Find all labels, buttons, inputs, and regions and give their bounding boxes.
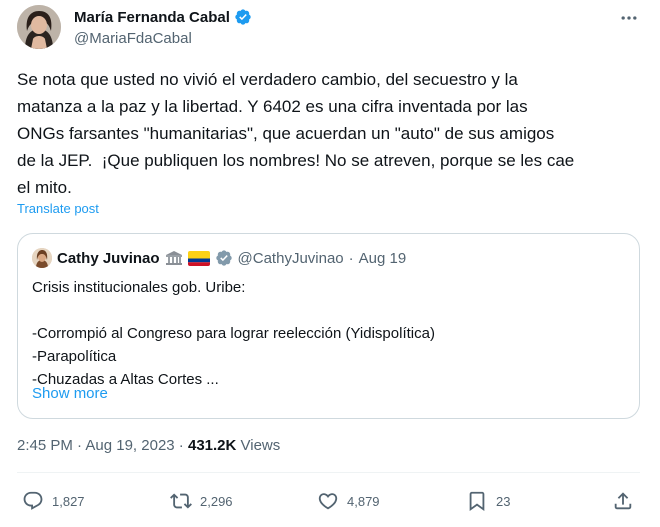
quoted-post[interactable]: Cathy Juvinao @CathyJuvinao · Aug 19 Cri… (17, 233, 640, 419)
heart-icon (318, 493, 338, 510)
post-time[interactable]: 2:45 PM (17, 437, 73, 454)
translate-post-link[interactable]: Translate post (17, 201, 99, 216)
post-meta: 2:45 PM · Aug 19, 2023 · 431.2K Views (17, 437, 280, 454)
quoted-separator: · (348, 249, 354, 267)
divider (17, 472, 640, 473)
like-button[interactable]: 4,879 (317, 486, 380, 516)
repost-icon (170, 493, 192, 509)
repost-count: 2,296 (200, 493, 233, 509)
post-text: Se nota que usted no vivió el verdadero … (17, 70, 575, 197)
classical-building-emoji-icon (165, 250, 183, 266)
like-count: 4,879 (347, 493, 380, 509)
quoted-author-handle[interactable]: @CathyJuvinao (238, 250, 344, 267)
reply-icon (23, 491, 43, 510)
post-date[interactable]: Aug 19, 2023 (85, 437, 174, 454)
meta-separator: · (174, 437, 188, 454)
bookmark-button[interactable]: 23 (466, 486, 510, 516)
share-button[interactable] (612, 486, 634, 516)
quoted-author-display-name[interactable]: Cathy Juvinao (57, 250, 160, 267)
quoted-verified-badge-icon[interactable] (215, 249, 233, 267)
more-options-button[interactable] (618, 8, 640, 28)
author-avatar[interactable] (17, 5, 61, 49)
post-card: María Fernanda Cabal @MariaFdaCabal Se n… (0, 0, 660, 527)
verified-badge-icon[interactable] (234, 8, 252, 26)
share-icon (614, 492, 632, 510)
author-display-name[interactable]: María Fernanda Cabal (74, 9, 230, 26)
author-block: María Fernanda Cabal @MariaFdaCabal (74, 7, 252, 49)
bookmark-icon (469, 491, 485, 512)
colombia-flag-icon (187, 250, 210, 266)
views-label: Views (236, 437, 281, 454)
repost-button[interactable]: 2,296 (170, 486, 233, 516)
more-horizontal-icon (621, 16, 637, 20)
quoted-post-header: Cathy Juvinao @CathyJuvinao · Aug 19 (32, 247, 406, 269)
meta-separator: · (72, 437, 86, 454)
quoted-post-text: Crisis institucionales gob. Uribe: -Corr… (32, 279, 435, 388)
reply-count: 1,827 (52, 493, 85, 509)
quoted-author-avatar[interactable] (32, 248, 52, 268)
author-handle[interactable]: @MariaFdaCabal (74, 29, 252, 49)
show-more-link[interactable]: Show more (32, 385, 108, 402)
reply-button[interactable]: 1,827 (22, 486, 85, 516)
action-bar: 1,827 2,296 4,879 23 (0, 486, 660, 516)
quoted-post-date[interactable]: Aug 19 (359, 250, 407, 267)
bookmark-count: 23 (496, 493, 511, 509)
views-count[interactable]: 431.2K (188, 437, 236, 454)
